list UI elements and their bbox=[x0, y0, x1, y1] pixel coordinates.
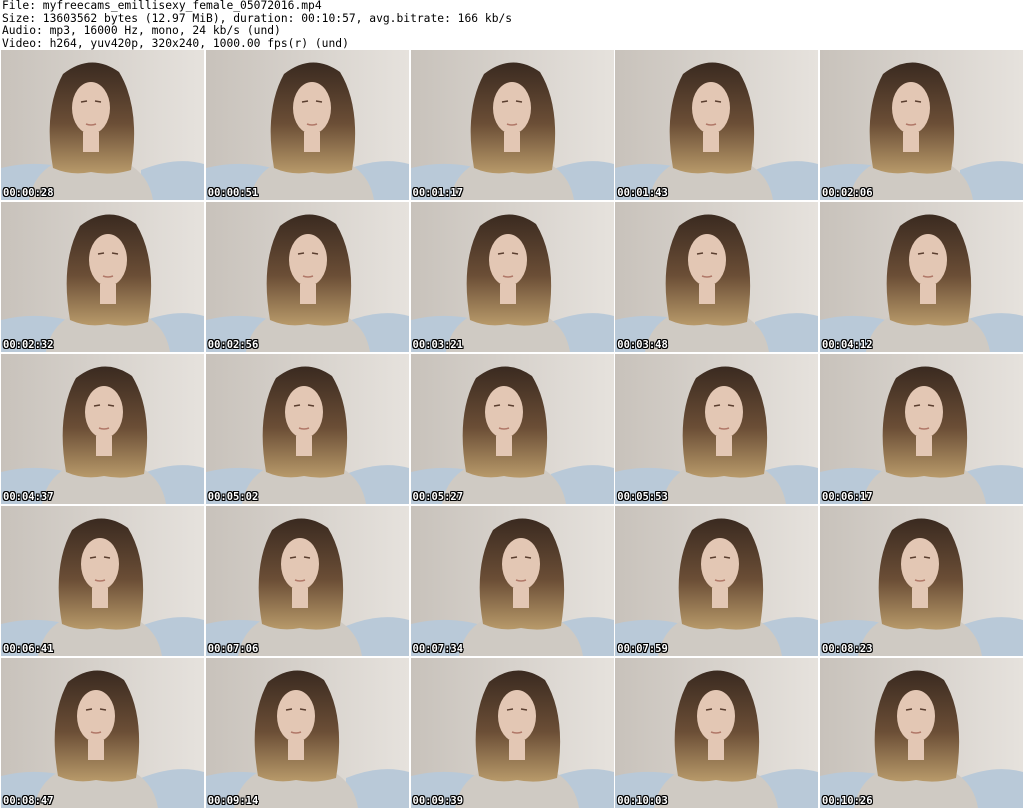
file-name-line: File: myfreecams_emillisexy_female_05072… bbox=[2, 0, 322, 12]
frame-image bbox=[410, 202, 614, 352]
video-thumbnail: 00:09:14 bbox=[205, 658, 409, 808]
thumbnail-timestamp: 00:09:39 bbox=[412, 795, 464, 807]
thumbnail-timestamp: 00:01:17 bbox=[412, 187, 464, 199]
thumbnail-timestamp: 00:04:37 bbox=[3, 491, 54, 503]
thumbnail-timestamp: 00:08:23 bbox=[822, 643, 873, 655]
thumbnail-timestamp: 00:10:03 bbox=[617, 795, 668, 807]
thumbnail-grid: 00:00:28 00:00:51 00:01:17 00:01:43 00:02:06… bbox=[1, 50, 1023, 811]
video-thumbnail: 00:05:53 bbox=[615, 354, 819, 504]
thumbnail-timestamp: 00:08:47 bbox=[3, 795, 54, 807]
frame-image bbox=[820, 506, 1023, 656]
video-thumbnail: 00:01:43 bbox=[615, 50, 819, 200]
thumbnail-timestamp: 00:03:48 bbox=[617, 339, 668, 351]
video-thumbnail: 00:01:17 bbox=[410, 50, 614, 200]
thumbnail-timestamp: 00:10:26 bbox=[822, 795, 873, 807]
frame-image bbox=[820, 50, 1023, 200]
thumbnail-timestamp: 00:07:59 bbox=[617, 643, 668, 655]
frame-image bbox=[1, 50, 204, 200]
file-info-header: File: myfreecams_emillisexy_female_05072… bbox=[2, 0, 1022, 50]
frame-image bbox=[1, 354, 204, 504]
video-info-line: Video: h264, yuv420p, 320x240, 1000.00 f… bbox=[2, 36, 349, 50]
frame-image bbox=[410, 658, 614, 808]
video-thumbnail: 00:04:12 bbox=[820, 202, 1023, 352]
frame-image bbox=[820, 354, 1023, 504]
video-thumbnail: 00:02:32 bbox=[1, 202, 204, 352]
frame-image bbox=[1, 506, 204, 656]
thumbnail-timestamp: 00:03:21 bbox=[412, 339, 464, 351]
thumbnail-timestamp: 00:02:56 bbox=[207, 339, 259, 351]
video-thumbnail: 00:02:06 bbox=[820, 50, 1023, 200]
frame-image bbox=[1, 658, 204, 808]
thumbnail-timestamp: 00:02:32 bbox=[3, 339, 54, 351]
thumbnail-timestamp: 00:00:28 bbox=[3, 187, 54, 199]
frame-image bbox=[205, 50, 409, 200]
thumbnail-timestamp: 00:02:06 bbox=[822, 187, 873, 199]
thumbnail-timestamp: 00:04:12 bbox=[822, 339, 873, 351]
frame-image bbox=[410, 50, 614, 200]
video-thumbnail: 00:00:51 bbox=[205, 50, 409, 200]
video-thumbnail: 00:09:39 bbox=[410, 658, 614, 808]
frame-image bbox=[410, 506, 614, 656]
frame-image bbox=[615, 506, 819, 656]
video-thumbnail: 00:04:37 bbox=[1, 354, 204, 504]
thumbnail-timestamp: 00:07:34 bbox=[412, 643, 464, 655]
video-thumbnail: 00:10:26 bbox=[820, 658, 1023, 808]
frame-image bbox=[615, 658, 819, 808]
thumbnail-timestamp: 00:05:53 bbox=[617, 491, 668, 503]
video-thumbnail: 00:06:41 bbox=[1, 506, 204, 656]
frame-image bbox=[205, 506, 409, 656]
video-thumbnail: 00:05:02 bbox=[205, 354, 409, 504]
video-thumbnail: 00:03:48 bbox=[615, 202, 819, 352]
video-thumbnail: 00:03:21 bbox=[410, 202, 614, 352]
thumbnail-timestamp: 00:00:51 bbox=[207, 187, 259, 199]
thumbnail-timestamp: 00:01:43 bbox=[617, 187, 668, 199]
frame-image bbox=[410, 354, 614, 504]
video-thumbnail: 00:00:28 bbox=[1, 50, 204, 200]
audio-info-line: Audio: mp3, 16000 Hz, mono, 24 kb/s (und… bbox=[2, 24, 281, 37]
frame-image bbox=[1, 202, 204, 352]
thumbnail-timestamp: 00:06:17 bbox=[822, 491, 873, 503]
frame-image bbox=[615, 354, 819, 504]
frame-image bbox=[205, 658, 409, 808]
frame-image bbox=[205, 354, 409, 504]
frame-image bbox=[820, 658, 1023, 808]
video-thumbnail: 00:05:27 bbox=[410, 354, 614, 504]
video-thumbnail: 00:08:23 bbox=[820, 506, 1023, 656]
frame-image bbox=[615, 50, 819, 200]
thumbnail-timestamp: 00:05:27 bbox=[412, 491, 464, 503]
video-thumbnail: 00:07:06 bbox=[205, 506, 409, 656]
thumbnail-timestamp: 00:05:02 bbox=[207, 491, 259, 503]
frame-image bbox=[205, 202, 409, 352]
thumbnail-timestamp: 00:09:14 bbox=[207, 795, 259, 807]
frame-image bbox=[820, 202, 1023, 352]
thumbnail-timestamp: 00:07:06 bbox=[207, 643, 259, 655]
frame-image bbox=[615, 202, 819, 352]
thumbnail-timestamp: 00:06:41 bbox=[3, 643, 54, 655]
video-thumbnail: 00:02:56 bbox=[205, 202, 409, 352]
video-thumbnail: 00:08:47 bbox=[1, 658, 204, 808]
video-thumbnail: 00:06:17 bbox=[820, 354, 1023, 504]
video-thumbnail: 00:07:59 bbox=[615, 506, 819, 656]
video-thumbnail: 00:07:34 bbox=[410, 506, 614, 656]
video-thumbnail: 00:10:03 bbox=[615, 658, 819, 808]
